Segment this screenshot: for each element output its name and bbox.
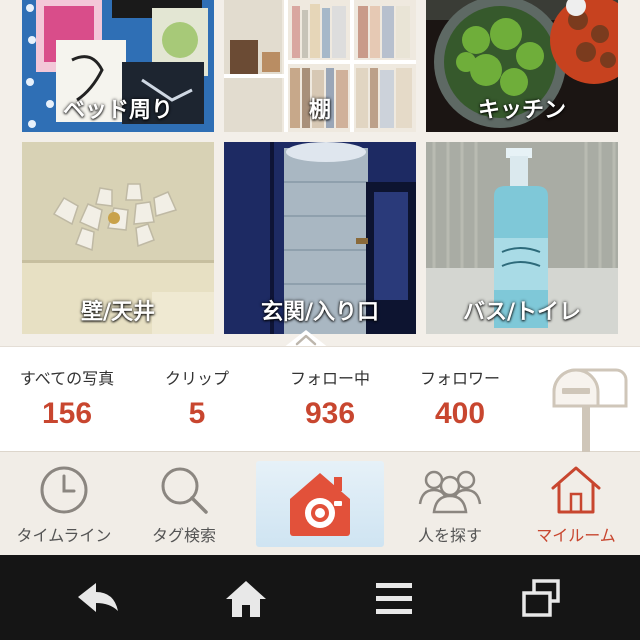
tab-label: 人を探す (417, 526, 482, 545)
tile-caption: 棚 (308, 98, 331, 123)
home-icon (226, 581, 266, 617)
tab-label: タグ検索 (151, 526, 216, 545)
recent-apps-icon (522, 579, 560, 617)
photo-tile-wall-ceiling[interactable]: 壁/天井 (22, 142, 214, 334)
stat-value: 5 (188, 397, 206, 430)
camera-house-icon (290, 473, 350, 536)
stat-followers[interactable]: フォロワー 400 (405, 365, 515, 431)
tab-my-room[interactable]: マイルーム (512, 452, 640, 555)
system-navigation-bar (0, 555, 640, 640)
tab-label: マイルーム (536, 526, 616, 545)
hamburger-menu-icon (376, 583, 412, 614)
app-screen: ベッド周り 棚 キッチン 壁/天井 玄関/入り口 バス/トイレ すべての写真 1… (0, 0, 640, 640)
back-button[interactable] (70, 577, 126, 621)
tile-caption: バス/トイレ (462, 300, 582, 325)
photo-tile-shelf[interactable]: 棚 (224, 0, 416, 132)
stat-label: クリップ (164, 369, 229, 388)
collapse-chevron-icon[interactable] (283, 326, 329, 348)
tab-tag-search[interactable]: タグ検索 (120, 452, 248, 555)
post-photo-button[interactable] (256, 461, 384, 547)
clock-icon (40, 466, 88, 514)
stat-label: すべての写真 (19, 369, 115, 388)
recent-apps-button[interactable] (514, 577, 570, 621)
stat-clips[interactable]: クリップ 5 (150, 365, 244, 431)
search-icon (161, 467, 208, 514)
stat-label: フォロワー (419, 369, 500, 388)
mailbox-icon[interactable] (546, 362, 628, 452)
tile-caption: ベッド周り (62, 98, 173, 123)
stat-label: フォロー中 (289, 369, 370, 388)
photo-tile-kitchen[interactable]: キッチン (426, 0, 618, 132)
home-button[interactable] (218, 577, 274, 621)
profile-stats-bar: すべての写真 156 クリップ 5 フォロー中 936 フォロワー 400 (0, 346, 640, 452)
stat-following[interactable]: フォロー中 936 (275, 365, 385, 431)
tile-caption: キッチン (477, 98, 566, 123)
stat-value: 936 (304, 397, 356, 430)
photo-tile-bath-toilet[interactable]: バス/トイレ (426, 142, 618, 334)
tab-find-people[interactable]: 人を探す (386, 452, 514, 555)
stat-value: 400 (434, 397, 486, 430)
photo-tile-entrance[interactable]: 玄関/入り口 (224, 142, 416, 334)
home-icon (551, 466, 601, 514)
stat-all-photos[interactable]: すべての写真 156 (8, 365, 126, 431)
menu-button[interactable] (366, 577, 422, 621)
people-icon (418, 470, 482, 514)
tile-caption: 玄関/入り口 (260, 300, 380, 325)
tab-timeline[interactable]: タイムライン (0, 452, 128, 555)
stat-value: 156 (41, 397, 93, 430)
back-arrow-icon (78, 583, 118, 612)
tab-label: タイムライン (16, 526, 112, 545)
photo-grid: ベッド周り 棚 キッチン 壁/天井 玄関/入り口 バス/トイレ (0, 0, 640, 346)
tile-caption: 壁/天井 (80, 300, 156, 325)
photo-tile-bedroom[interactable]: ベッド周り (22, 0, 214, 132)
